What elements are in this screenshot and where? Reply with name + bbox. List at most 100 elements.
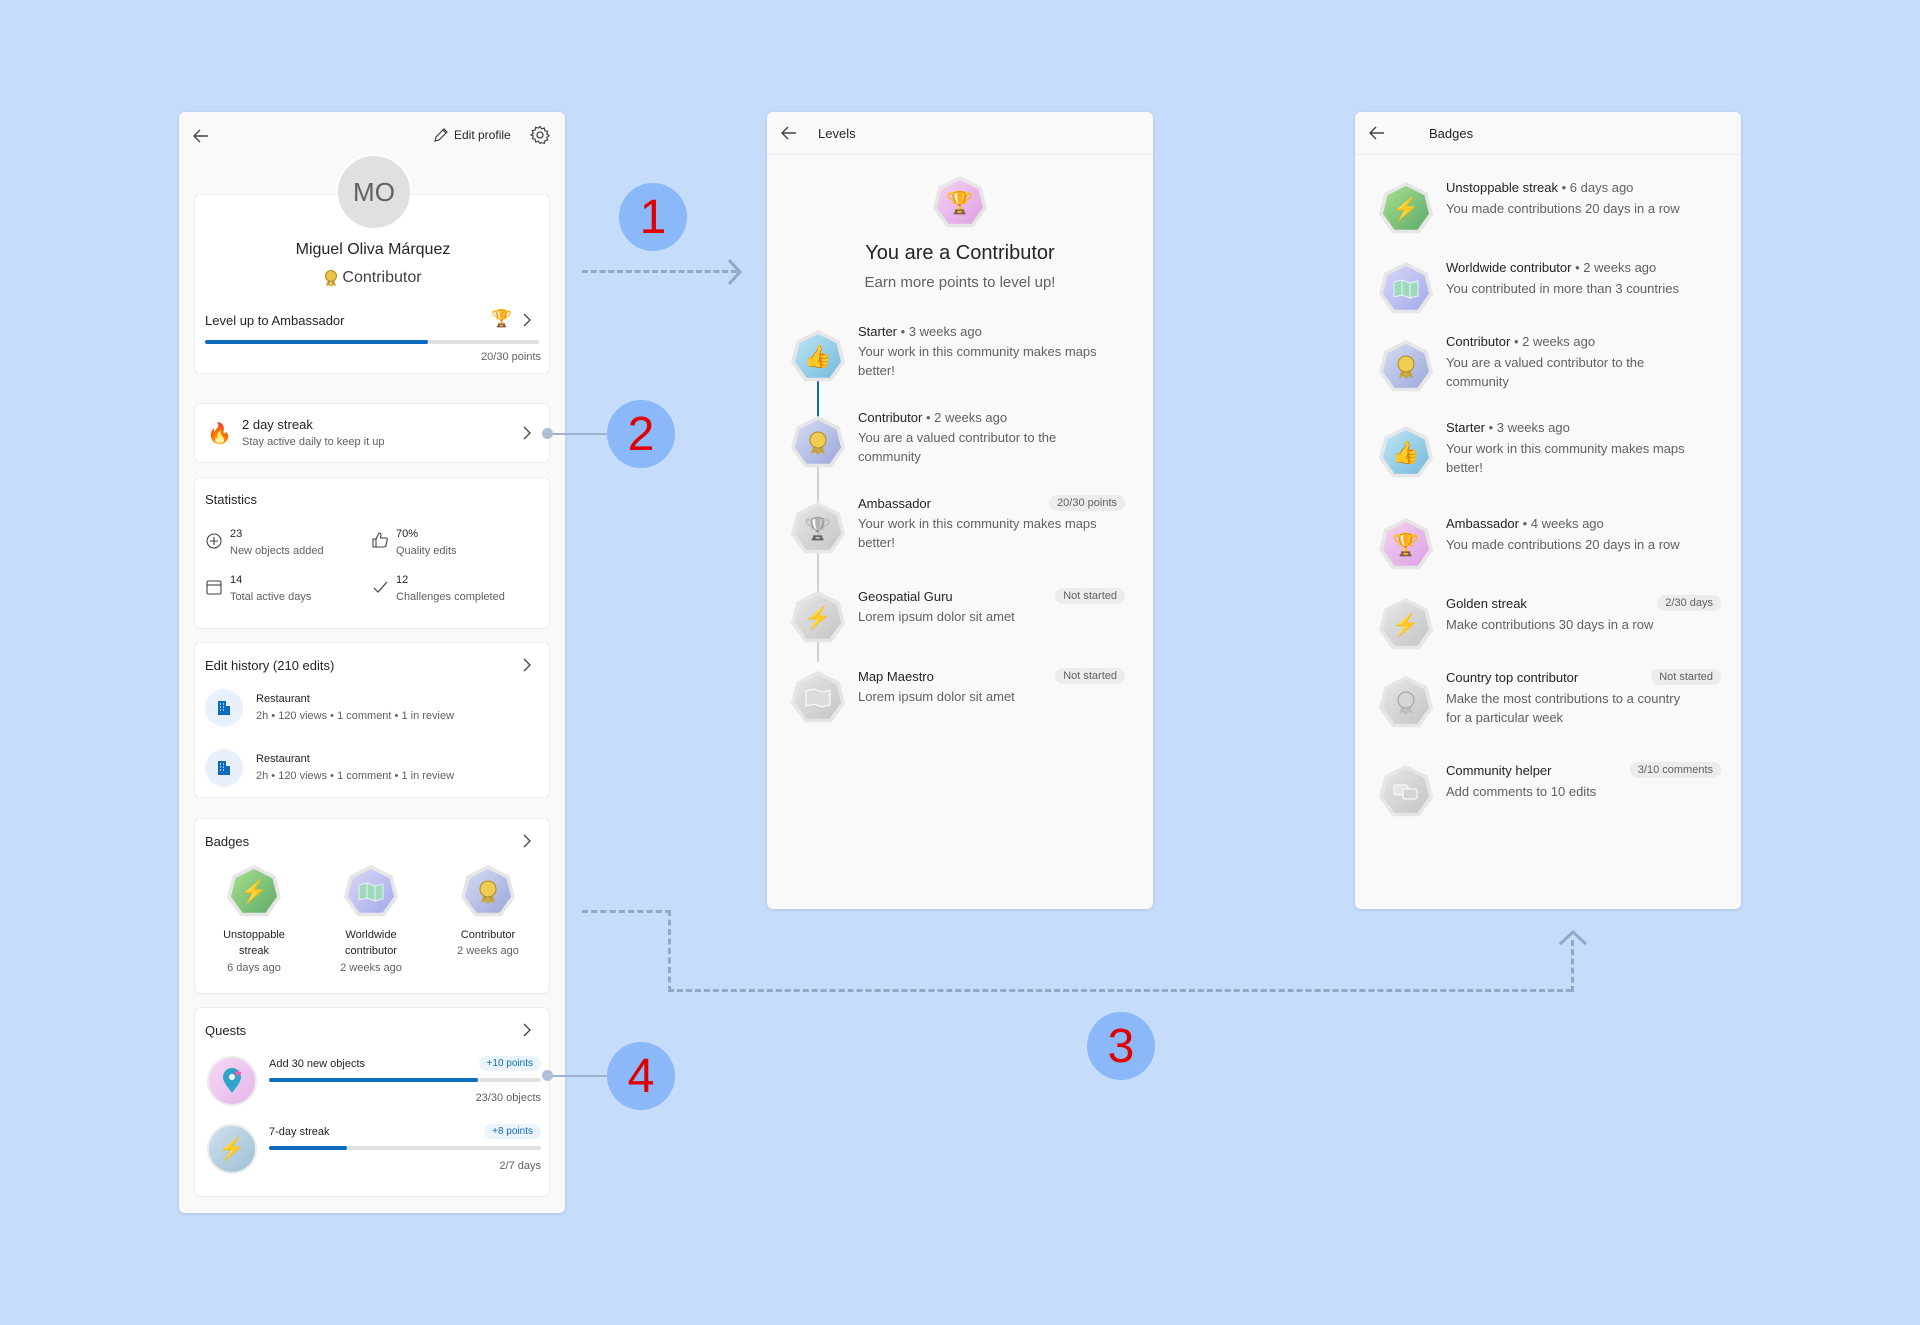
history-item[interactable]: Restaurant 2h • 120 views • 1 comment • … xyxy=(205,687,541,731)
back-arrow-icon[interactable] xyxy=(1367,123,1387,143)
level-time: • 2 weeks ago xyxy=(925,410,1008,425)
level-item-heading: Starter • 3 weeks ago xyxy=(858,324,982,339)
annotation-marker-label: 4 xyxy=(627,1049,655,1103)
back-arrow-icon[interactable] xyxy=(779,123,799,143)
trophy-badge-icon: 🏆 xyxy=(933,176,987,230)
chevron-right-icon xyxy=(521,658,533,672)
badge-row-heading: Contributor • 2 weeks ago xyxy=(1446,334,1595,349)
edit-history-card[interactable]: Edit history (210 edits) Restaurant 2h •… xyxy=(194,642,550,798)
quest-item[interactable]: ⚡ 7-day streak +8 points 2/7 days xyxy=(205,1122,541,1184)
badge-item[interactable]: Contributor 2 weeks ago xyxy=(433,865,543,985)
badge-status-pill: 3/10 comments xyxy=(1629,762,1721,778)
levels-heading: You are a Contributor xyxy=(865,242,1055,264)
quest-title: Add 30 new objects xyxy=(269,1058,366,1070)
medal-badge-icon xyxy=(1379,676,1433,730)
annotation-marker: 2 xyxy=(607,400,675,468)
stat-value: 23 xyxy=(230,528,243,540)
badge-row[interactable]: Worldwide contributor • 2 weeks ago You … xyxy=(1375,260,1721,320)
edit-profile-button[interactable]: Edit profile xyxy=(432,126,511,144)
badge-row-heading: Starter • 3 weeks ago xyxy=(1446,420,1570,435)
badge-name: Unstoppable xyxy=(223,929,285,941)
level-name: Ambassador xyxy=(858,496,931,511)
quest-progress-track xyxy=(269,1146,541,1150)
badge-item[interactable]: Worldwide contributor 2 weeks ago xyxy=(316,865,426,985)
user-level: Contributor xyxy=(195,269,551,287)
level-item[interactable]: 🏆 Ambassador 20/30 points Your work in t… xyxy=(787,495,1143,562)
quest-item[interactable]: Add 30 new objects +10 points 23/30 obje… xyxy=(205,1054,541,1116)
badge-row[interactable]: Community helper 3/10 comments Add comme… xyxy=(1375,762,1721,823)
quests-title: Quests xyxy=(205,1023,247,1038)
badge-row[interactable]: Country top contributor Not started Make… xyxy=(1375,669,1721,736)
badge-desc: You are a valued contributor to the xyxy=(1446,355,1645,370)
badges-card[interactable]: Badges ⚡ Unstoppable streak 6 days ago W… xyxy=(194,818,550,994)
user-level-label: Contributor xyxy=(342,269,422,286)
level-desc: Your work in this community makes maps xyxy=(858,516,1097,531)
level-time: • 3 weeks ago xyxy=(900,324,982,339)
back-arrow-icon[interactable] xyxy=(191,126,211,146)
badge-item[interactable]: ⚡ Unstoppable streak 6 days ago xyxy=(199,865,309,985)
history-item-title: Restaurant xyxy=(256,753,310,765)
chevron-right-icon xyxy=(521,313,533,327)
stat-item: 14 Total active days xyxy=(205,574,365,610)
level-item[interactable]: ⚡ Geospatial Guru Not started Lorem ipsu… xyxy=(787,588,1143,649)
levels-header: Levels xyxy=(767,112,1153,155)
lightning-badge-icon: ⚡ xyxy=(791,591,845,645)
badge-desc: Make the most contributions to a country xyxy=(1446,691,1681,706)
history-item[interactable]: Restaurant 2h • 120 views • 1 comment • … xyxy=(205,747,541,791)
quests-card[interactable]: Quests Add 30 new objects +10 points 23/… xyxy=(194,1007,550,1197)
connector-2-line xyxy=(548,433,610,435)
level-item[interactable]: Map Maestro Not started Lorem ipsum dolo… xyxy=(787,668,1143,729)
chevron-right-icon xyxy=(521,1023,533,1037)
badge-desc: Add comments to 10 edits xyxy=(1446,784,1597,799)
badge-time: 2 weeks ago xyxy=(340,962,402,974)
badge-row[interactable]: Contributor • 2 weeks ago You are a valu… xyxy=(1375,334,1721,400)
stat-item: 12 Challenges completed xyxy=(371,574,541,610)
badges-panel: Badges ⚡ Unstoppable streak • 6 days ago… xyxy=(1355,112,1741,909)
level-name: Geospatial Guru xyxy=(858,589,953,604)
edit-profile-label: Edit profile xyxy=(454,128,511,142)
level-status-pill: Not started xyxy=(1055,588,1125,604)
level-item[interactable]: Contributor • 2 weeks ago You are a valu… xyxy=(787,410,1143,476)
flame-icon: 🔥 xyxy=(207,423,232,445)
badges-header: Badges xyxy=(1355,112,1741,155)
badge-row[interactable]: 🏆 Ambassador • 4 weeks ago You made cont… xyxy=(1375,516,1721,576)
badge-time: • 6 days ago xyxy=(1561,180,1634,195)
annotation-marker: 3 xyxy=(1087,1012,1155,1080)
lightning-icon: ⚡ xyxy=(207,1124,257,1174)
badge-desc: You contributed in more than 3 countries xyxy=(1446,281,1679,296)
checkmark-icon xyxy=(371,578,389,596)
badge-name: Worldwide contributor xyxy=(1446,260,1572,275)
level-item[interactable]: 👍 Starter • 3 weeks ago Your work in thi… xyxy=(787,324,1143,390)
trophy-badge-icon: 🏆 xyxy=(791,502,845,556)
user-name: Miguel Oliva Márquez xyxy=(295,241,451,258)
badge-name: Contributor xyxy=(1446,334,1511,349)
level-name: Starter xyxy=(858,324,898,339)
map-badge-icon xyxy=(344,865,398,919)
connector-1-line xyxy=(582,270,737,273)
level-up-progress-fill xyxy=(205,340,428,344)
level-status-pill: 20/30 points xyxy=(1049,495,1125,511)
badge-desc: for a particular week xyxy=(1446,710,1564,725)
quest-progress-fill xyxy=(269,1078,478,1082)
badge-row-heading: Ambassador • 4 weeks ago xyxy=(1446,516,1604,531)
level-desc: Your work in this community makes maps xyxy=(858,344,1097,359)
badge-row[interactable]: 👍 Starter • 3 weeks ago Your work in thi… xyxy=(1375,420,1721,486)
badge-name: Worldwide xyxy=(345,929,397,941)
settings-gear-icon[interactable] xyxy=(529,124,551,146)
badge-name: Country top contributor xyxy=(1446,670,1579,685)
avatar[interactable]: MO xyxy=(336,154,412,230)
badge-name: streak xyxy=(239,945,269,957)
level-up-row[interactable]: Level up to Ambassador 🏆 20/30 points xyxy=(195,307,551,367)
history-item-meta: 2h • 120 views • 1 comment • 1 in review xyxy=(256,770,455,782)
annotation-marker-label: 1 xyxy=(639,190,667,244)
streak-card[interactable]: 🔥 2 day streak Stay active daily to keep… xyxy=(194,403,550,463)
pencil-icon xyxy=(432,126,450,144)
statistics-title: Statistics xyxy=(205,492,258,507)
map-badge-icon xyxy=(1379,262,1433,316)
badge-row[interactable]: ⚡ Golden streak 2/30 days Make contribut… xyxy=(1375,595,1721,656)
quest-progress-track xyxy=(269,1078,541,1082)
badge-time: 6 days ago xyxy=(227,962,281,974)
badge-name: contributor xyxy=(345,945,397,957)
badge-row[interactable]: ⚡ Unstoppable streak • 6 days ago You ma… xyxy=(1375,180,1721,240)
levels-subheading: Earn more points to level up! xyxy=(864,274,1056,291)
